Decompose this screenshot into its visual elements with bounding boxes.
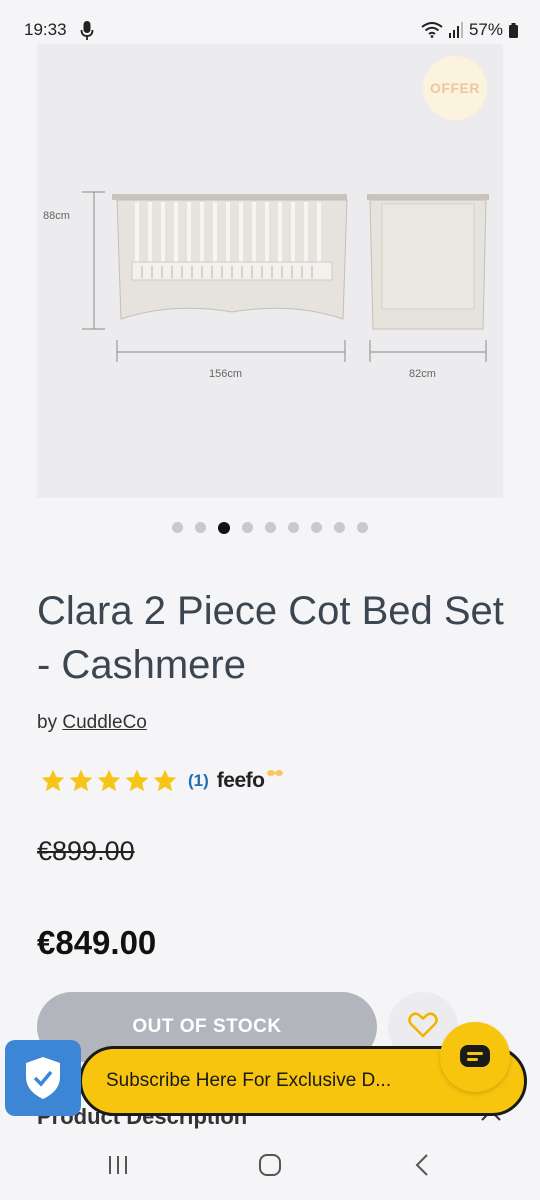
chat-button[interactable] xyxy=(440,1022,510,1092)
back-icon xyxy=(415,1154,428,1176)
wifi-icon xyxy=(421,22,443,38)
battery-icon xyxy=(509,22,518,38)
brand-link[interactable]: CuddleCo xyxy=(62,712,147,733)
carousel-dots xyxy=(0,522,540,534)
brand-prefix: by xyxy=(37,712,58,733)
carousel-dot[interactable] xyxy=(311,522,322,533)
carousel-dot-active[interactable] xyxy=(218,522,230,534)
heart-icon xyxy=(408,1012,438,1038)
product-image[interactable]: OFFER 88cm 156cm 82cm xyxy=(37,44,503,498)
carousel-dot[interactable] xyxy=(265,522,276,533)
carousel-dot[interactable] xyxy=(195,522,206,533)
back-button[interactable] xyxy=(402,1150,442,1180)
status-right: 57% xyxy=(421,20,518,40)
shield-icon xyxy=(26,1057,60,1099)
carousel-dot[interactable] xyxy=(357,522,368,533)
star-icon xyxy=(97,769,121,792)
star-icon xyxy=(125,769,149,792)
chat-icon xyxy=(460,1045,490,1067)
system-nav-bar xyxy=(0,1130,540,1200)
carousel-dot[interactable] xyxy=(334,522,345,533)
star-rating xyxy=(40,768,178,794)
width-dimension-label: 156cm xyxy=(209,368,243,380)
carousel-dot[interactable] xyxy=(172,522,183,533)
current-price: €849.00 xyxy=(37,924,157,961)
brand-line: by CuddleCo xyxy=(37,712,147,734)
status-time: 19:33 xyxy=(24,20,67,39)
recents-button[interactable] xyxy=(98,1150,138,1180)
microphone-icon xyxy=(80,21,94,40)
star-icon xyxy=(41,769,65,792)
recents-icon xyxy=(109,1156,127,1174)
height-dimension-label: 88cm xyxy=(43,210,70,222)
star-icon xyxy=(69,769,93,792)
cot-bed-drawing xyxy=(82,191,489,362)
security-badge[interactable] xyxy=(5,1040,81,1116)
carousel-dot[interactable] xyxy=(242,522,253,533)
subscribe-text: Subscribe Here For Exclusive D... xyxy=(106,1070,392,1091)
star-icon xyxy=(153,769,177,792)
carousel-dot[interactable] xyxy=(288,522,299,533)
feefo-text: feefo xyxy=(216,769,265,792)
old-price: €899.00 xyxy=(37,836,135,866)
product-title: Clara 2 Piece Cot Bed Set - Cashmere xyxy=(37,589,504,687)
rating[interactable]: (1) feefo xyxy=(40,768,284,794)
review-count[interactable]: (1) xyxy=(188,771,209,791)
battery-level: 57% xyxy=(468,20,503,39)
home-button[interactable] xyxy=(250,1150,290,1180)
feefo-logo: feefo xyxy=(217,769,285,793)
signal-icon xyxy=(448,22,463,38)
home-icon xyxy=(259,1154,281,1176)
feefo-eyes-icon xyxy=(267,770,284,776)
depth-dimension-label: 82cm xyxy=(409,368,436,380)
